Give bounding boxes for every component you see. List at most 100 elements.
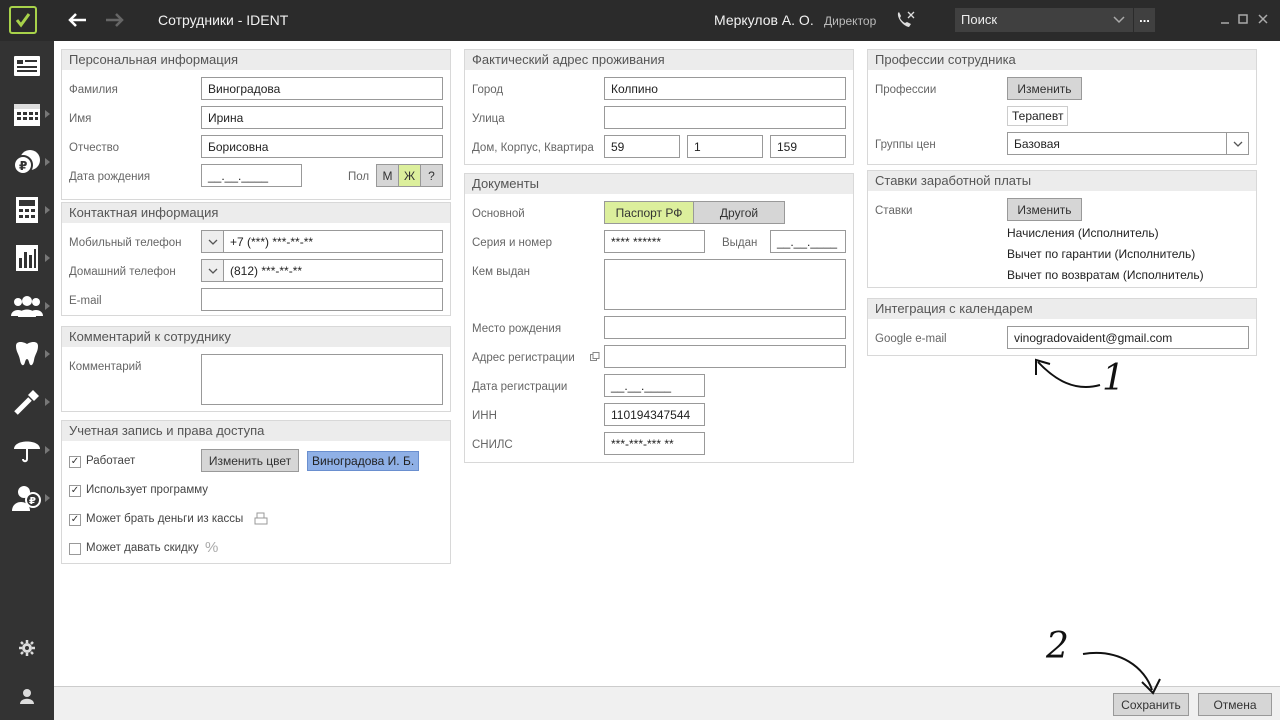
issued-by-field[interactable] bbox=[604, 259, 846, 310]
sidebar-item-reports[interactable] bbox=[0, 235, 54, 281]
search-more-button[interactable]: ... bbox=[1134, 8, 1155, 32]
sidebar-item-staff[interactable] bbox=[0, 283, 54, 329]
sidebar-item-clients[interactable]: ₽ bbox=[0, 475, 54, 521]
current-user-name[interactable]: Меркулов А. О. bbox=[714, 12, 814, 28]
title-bar: Сотрудники - IDENT Меркулов А. О. Директ… bbox=[0, 0, 1280, 41]
price-group-dropdown-button[interactable] bbox=[1226, 132, 1249, 155]
panel-title: Персональная информация bbox=[62, 50, 450, 70]
surname-field[interactable]: Виноградова bbox=[201, 77, 443, 100]
cash-register-icon: ₽ bbox=[13, 150, 40, 175]
reg-address-label: Адрес регистрации bbox=[472, 352, 575, 364]
snils-label: СНИЛС bbox=[472, 439, 513, 451]
panel-title: Профессии сотрудника bbox=[868, 50, 1256, 70]
change-professions-button[interactable]: Изменить bbox=[1007, 77, 1082, 100]
sidebar-item-insurance[interactable] bbox=[0, 427, 54, 473]
contact-info-panel: Контактная информация Мобильный телефон … bbox=[61, 202, 451, 316]
home-phone-dropdown[interactable] bbox=[201, 259, 224, 282]
calendar-icon bbox=[14, 104, 40, 126]
sidebar-item-schedule[interactable] bbox=[0, 91, 54, 137]
back-arrow-icon[interactable] bbox=[64, 8, 90, 32]
sidebar-item-settings[interactable] bbox=[0, 625, 54, 671]
uses-program-checkbox[interactable]: ✓ bbox=[69, 485, 81, 497]
tooth-icon bbox=[16, 342, 38, 366]
client-money-icon: ₽ bbox=[12, 486, 41, 511]
works-checkbox[interactable]: ✓ bbox=[69, 456, 81, 468]
issued-date-field[interactable]: __.__.____ bbox=[770, 230, 846, 253]
gender-male-button[interactable]: М bbox=[376, 164, 399, 187]
address-panel: Фактический адрес проживания Город Колпи… bbox=[464, 49, 854, 165]
change-color-button[interactable]: Изменить цвет bbox=[201, 449, 299, 472]
building-field[interactable]: 1 bbox=[687, 135, 763, 158]
series-label: Серия и номер bbox=[472, 237, 553, 249]
chevron-down-icon[interactable] bbox=[1113, 13, 1125, 27]
chevron-down-icon bbox=[208, 268, 217, 274]
passport-rf-button[interactable]: Паспорт РФ bbox=[604, 201, 694, 224]
employee-color-tag: Виноградова И. Б. bbox=[307, 451, 420, 471]
works-label: Работает bbox=[86, 455, 136, 467]
sidebar-item-calculations[interactable] bbox=[0, 187, 54, 233]
close-icon[interactable] bbox=[1256, 12, 1270, 26]
copy-icon[interactable] bbox=[590, 351, 600, 365]
house-label: Дом, Корпус, Квартира bbox=[472, 142, 594, 154]
street-field[interactable] bbox=[604, 106, 846, 129]
cash-register-icon bbox=[254, 511, 268, 528]
birthdate-field[interactable]: __.__.____ bbox=[201, 164, 302, 187]
change-rates-button[interactable]: Изменить bbox=[1007, 198, 1082, 221]
mobile-phone-dropdown[interactable] bbox=[201, 230, 224, 253]
panel-title: Фактический адрес проживания bbox=[465, 50, 853, 70]
save-button[interactable]: Сохранить bbox=[1113, 693, 1189, 716]
reg-date-field[interactable]: __.__.____ bbox=[604, 374, 705, 397]
house-field[interactable]: 59 bbox=[604, 135, 680, 158]
salary-rates-panel: Ставки заработной платы Ставки Изменить … bbox=[867, 170, 1257, 288]
flat-field[interactable]: 159 bbox=[770, 135, 846, 158]
sidebar-item-contacts[interactable] bbox=[0, 43, 54, 89]
sidebar: ₽ ₽ bbox=[0, 41, 54, 720]
gear-icon bbox=[19, 640, 35, 656]
forward-arrow-icon[interactable] bbox=[102, 8, 128, 32]
profession-tag: Терапевт bbox=[1007, 106, 1069, 126]
mobile-phone-field[interactable]: +7 (***) ***-**-** bbox=[223, 230, 443, 253]
home-phone-field[interactable]: (812) ***-**-** bbox=[223, 259, 443, 282]
minimize-icon[interactable] bbox=[1218, 12, 1232, 26]
gender-female-button[interactable]: Ж bbox=[398, 164, 421, 187]
comment-field[interactable] bbox=[201, 354, 443, 405]
sidebar-item-tools[interactable] bbox=[0, 379, 54, 425]
chevron-down-icon bbox=[208, 239, 217, 245]
other-document-button[interactable]: Другой bbox=[693, 201, 785, 224]
gender-unknown-button[interactable]: ? bbox=[420, 164, 443, 187]
current-user-role: Директор bbox=[824, 14, 877, 28]
panel-title: Учетная запись и права доступа bbox=[62, 421, 450, 441]
inn-field[interactable]: 110194347544 bbox=[604, 403, 705, 426]
maximize-icon[interactable] bbox=[1236, 12, 1250, 26]
name-label: Имя bbox=[69, 113, 92, 125]
sidebar-item-payments[interactable]: ₽ bbox=[0, 139, 54, 185]
name-field[interactable]: Ирина bbox=[201, 106, 443, 129]
window-title: Сотрудники - IDENT bbox=[158, 12, 289, 28]
phone-icon[interactable] bbox=[894, 10, 916, 30]
svg-text:₽: ₽ bbox=[19, 159, 27, 173]
svg-text:₽: ₽ bbox=[29, 496, 36, 507]
user-icon bbox=[20, 689, 34, 704]
google-email-field[interactable]: vinogradovaident@gmail.com bbox=[1007, 326, 1249, 349]
calculator-icon bbox=[16, 197, 38, 223]
email-field[interactable] bbox=[201, 288, 443, 311]
patronymic-field[interactable]: Борисовна bbox=[201, 135, 443, 158]
street-label: Улица bbox=[472, 113, 505, 125]
documents-panel: Документы Основной Паспорт РФ Другой Сер… bbox=[464, 173, 854, 463]
cash-access-checkbox[interactable]: ✓ bbox=[69, 514, 81, 526]
birthplace-field[interactable] bbox=[604, 316, 846, 339]
app-logo-icon[interactable] bbox=[9, 6, 37, 34]
staff-group-icon bbox=[11, 296, 43, 317]
price-group-select[interactable]: Базовая bbox=[1007, 132, 1249, 155]
snils-field[interactable]: ***-***-*** ** bbox=[604, 432, 705, 455]
reg-date-label: Дата регистрации bbox=[472, 381, 568, 393]
sidebar-item-dental[interactable] bbox=[0, 331, 54, 377]
reg-address-field[interactable] bbox=[604, 345, 846, 368]
search-input[interactable]: Поиск bbox=[955, 8, 1133, 32]
discount-checkbox[interactable] bbox=[69, 543, 81, 555]
professions-panel: Профессии сотрудника Профессии Изменить … bbox=[867, 49, 1257, 165]
city-field[interactable]: Колпино bbox=[604, 77, 846, 100]
cancel-button[interactable]: Отмена bbox=[1198, 693, 1272, 716]
sidebar-item-profile[interactable] bbox=[0, 673, 54, 719]
series-field[interactable]: **** ****** bbox=[604, 230, 705, 253]
